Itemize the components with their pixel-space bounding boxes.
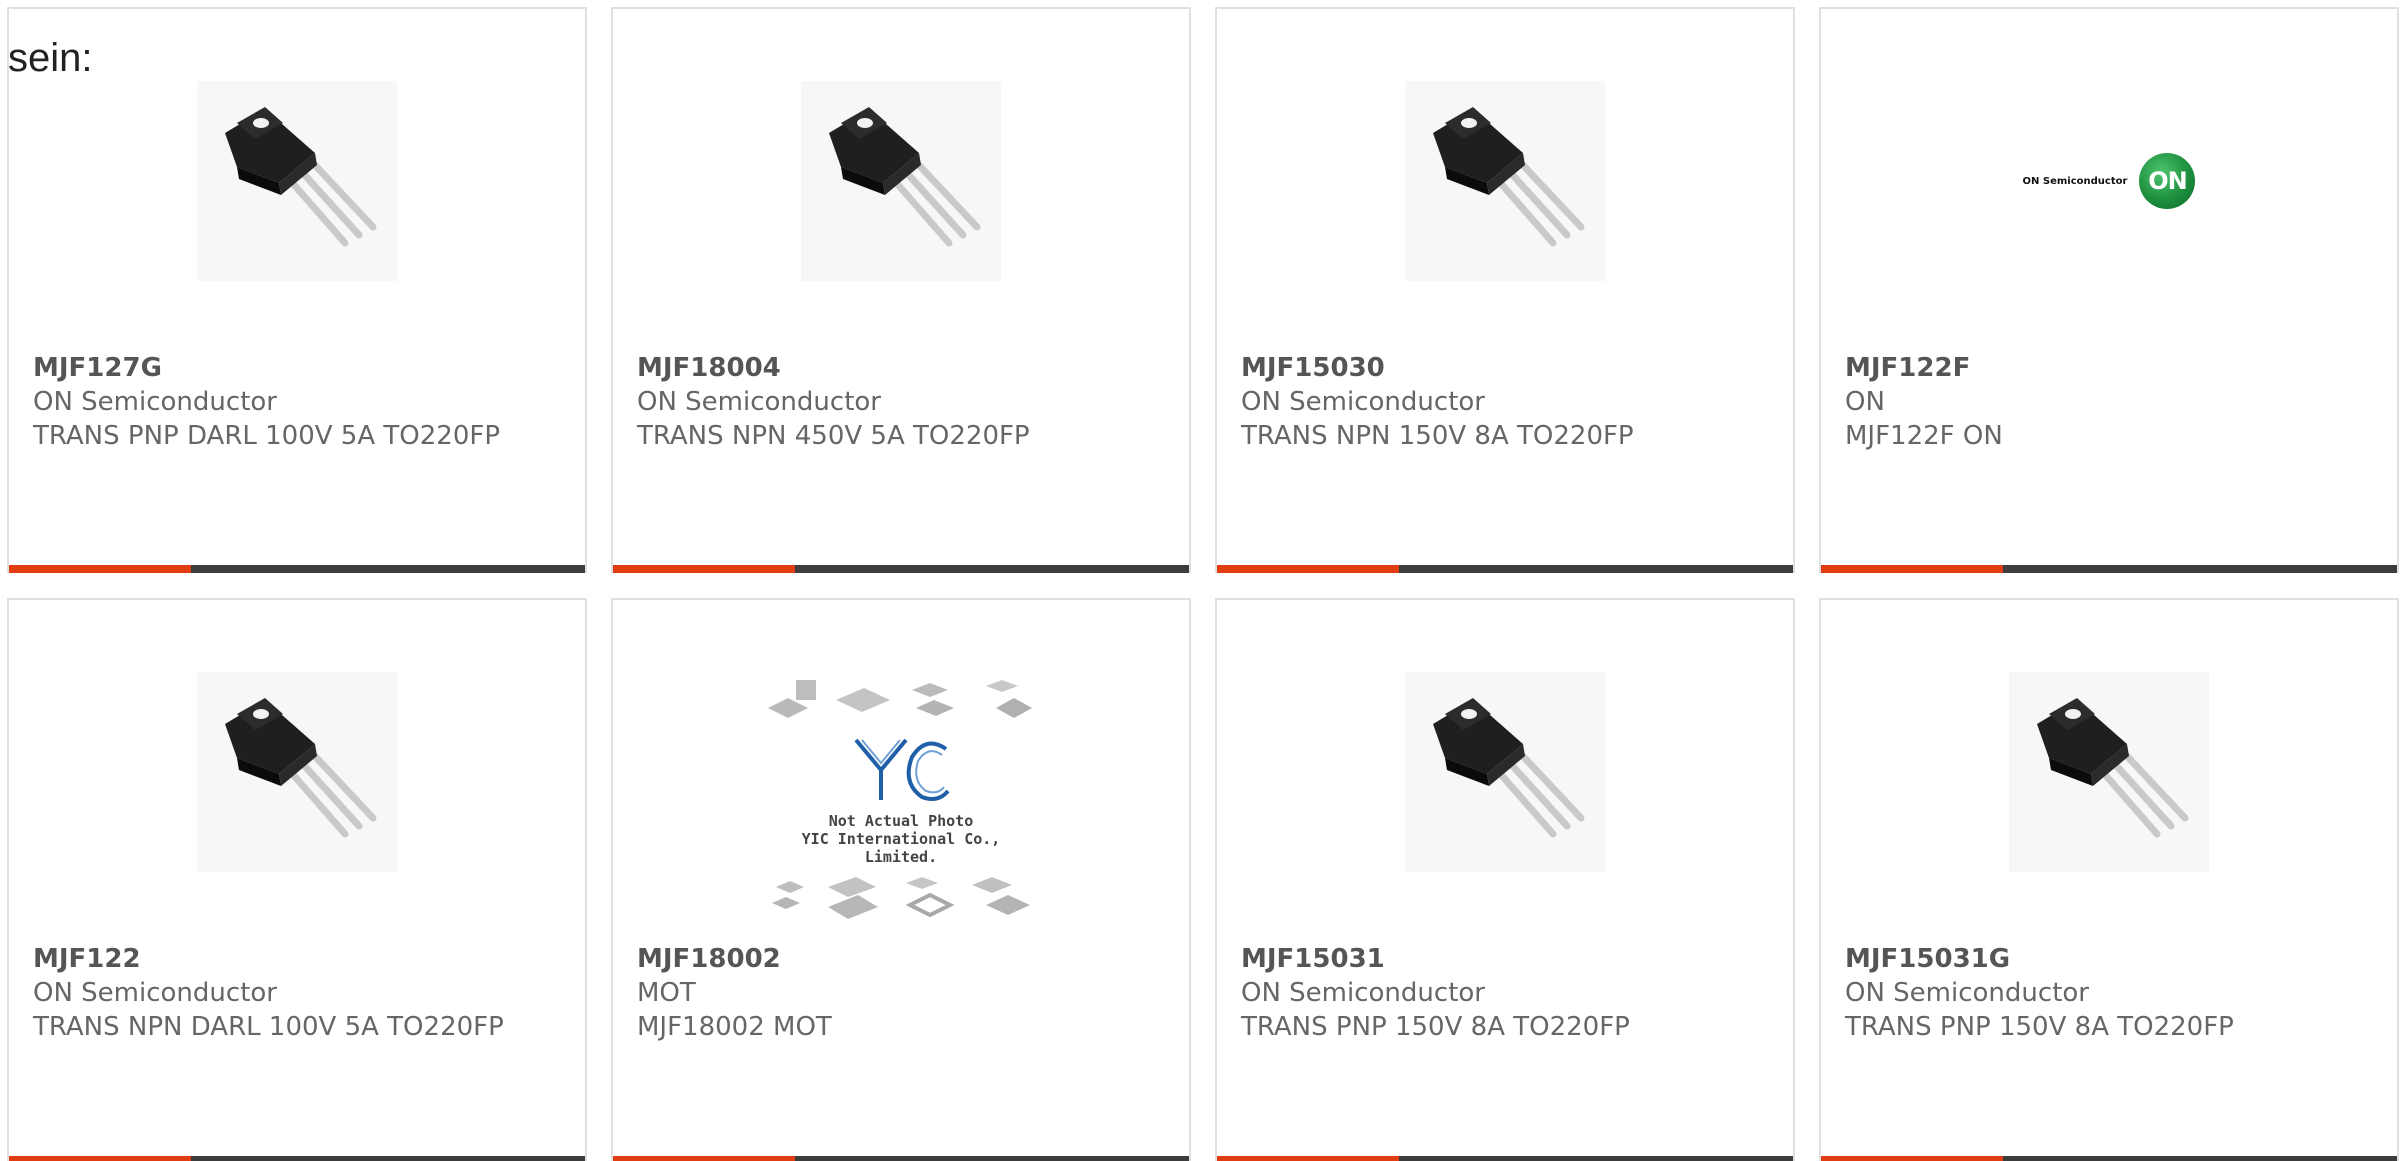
page: sein: MJF127G ON Semiconductor TRANS PNP… — [0, 0, 2400, 1161]
card-bottom-bar — [9, 565, 585, 573]
product-info: MJF18004 ON Semiconductor TRANS NPN 450V… — [637, 351, 1173, 453]
product-info: MJF18002 MOT MJF18002 MOT — [637, 942, 1173, 1044]
logo-text: ON Semiconductor — [2022, 175, 2128, 187]
product-card[interactable]: MJF15031 ON Semiconductor TRANS PNP 150V… — [1215, 598, 1795, 1161]
product-image[interactable]: ON Semiconductor ON — [1989, 81, 2229, 281]
product-card[interactable]: MJF122 ON Semiconductor TRANS NPN DARL 1… — [7, 598, 587, 1161]
on-logo-icon: ON — [2139, 153, 2196, 209]
product-description: MJF18002 MOT — [637, 1012, 832, 1042]
product-card[interactable]: Not Actual Photo YIC International Co., … — [611, 598, 1191, 1161]
product-image[interactable] — [197, 81, 397, 281]
product-part-number[interactable]: MJF122F — [1845, 351, 2381, 385]
card-bottom-bar — [1821, 565, 2397, 573]
product-card[interactable]: MJF15031G ON Semiconductor TRANS PNP 150… — [1819, 598, 2399, 1161]
card-accent-bar — [1217, 565, 1399, 573]
yic-logo-icon — [854, 738, 950, 801]
product-card[interactable]: MJF127G ON Semiconductor TRANS PNP DARL … — [7, 7, 587, 573]
product-description: TRANS NPN 450V 5A TO220FP — [637, 421, 1030, 451]
product-description: TRANS NPN DARL 100V 5A TO220FP — [33, 1012, 504, 1042]
product-manufacturer: ON Semiconductor — [1241, 387, 1485, 417]
product-info: MJF127G ON Semiconductor TRANS PNP DARL … — [33, 351, 569, 453]
product-card[interactable]: MJF18004 ON Semiconductor TRANS NPN 450V… — [611, 7, 1191, 573]
product-info: MJF122 ON Semiconductor TRANS NPN DARL 1… — [33, 942, 569, 1044]
product-description: TRANS NPN 150V 8A TO220FP — [1241, 421, 1634, 451]
transistor-icon — [225, 698, 377, 838]
product-manufacturer: ON Semiconductor — [33, 387, 277, 417]
card-bottom-bar — [9, 1156, 585, 1161]
product-manufacturer: ON — [1845, 387, 1885, 417]
product-image[interactable] — [801, 81, 1001, 281]
product-description: TRANS PNP DARL 100V 5A TO220FP — [33, 421, 501, 451]
product-image[interactable] — [2009, 672, 2209, 872]
placeholder-caption: Not Actual Photo YIC International Co., … — [766, 812, 1036, 866]
chip-packages-icon — [768, 680, 1032, 718]
card-bottom-bar — [613, 565, 1189, 573]
product-part-number[interactable]: MJF15031G — [1845, 942, 2381, 976]
yic-placeholder-image: Not Actual Photo YIC International Co., … — [766, 678, 1036, 923]
card-accent-bar — [1821, 1156, 2003, 1161]
product-part-number[interactable]: MJF15030 — [1241, 351, 1777, 385]
chip-packages-icon — [772, 877, 1030, 919]
card-accent-bar — [9, 1156, 191, 1161]
card-accent-bar — [1821, 565, 2003, 573]
product-info: MJF15031G ON Semiconductor TRANS PNP 150… — [1845, 942, 2381, 1044]
intro-text: sein: — [8, 36, 93, 80]
card-accent-bar — [9, 565, 191, 573]
product-image[interactable]: Not Actual Photo YIC International Co., … — [766, 678, 1036, 923]
product-manufacturer: ON Semiconductor — [637, 387, 881, 417]
transistor-icon — [1433, 698, 1585, 838]
placeholder-line-2: YIC International Co., Limited. — [801, 830, 1001, 866]
product-part-number[interactable]: MJF127G — [33, 351, 569, 385]
product-part-number[interactable]: MJF15031 — [1241, 942, 1777, 976]
product-info: MJF122F ON MJF122F ON — [1845, 351, 2381, 453]
product-manufacturer: MOT — [637, 978, 696, 1008]
card-bottom-bar — [1821, 1156, 2397, 1161]
product-image[interactable] — [1405, 81, 1605, 281]
product-image[interactable] — [197, 672, 397, 872]
product-manufacturer: ON Semiconductor — [1845, 978, 2089, 1008]
product-card[interactable]: MJF15030 ON Semiconductor TRANS NPN 150V… — [1215, 7, 1795, 573]
transistor-icon — [2037, 698, 2189, 838]
transistor-icon — [225, 107, 377, 247]
product-info: MJF15030 ON Semiconductor TRANS NPN 150V… — [1241, 351, 1777, 453]
product-description: MJF122F ON — [1845, 421, 2003, 451]
product-part-number[interactable]: MJF18004 — [637, 351, 1173, 385]
on-semiconductor-logo: ON Semiconductor ON — [2023, 153, 2196, 209]
product-info: MJF15031 ON Semiconductor TRANS PNP 150V… — [1241, 942, 1777, 1044]
card-accent-bar — [1217, 1156, 1399, 1161]
product-part-number[interactable]: MJF122 — [33, 942, 569, 976]
product-part-number[interactable]: MJF18002 — [637, 942, 1173, 976]
product-image[interactable] — [1405, 672, 1605, 872]
card-bottom-bar — [613, 1156, 1189, 1161]
card-accent-bar — [613, 565, 795, 573]
product-manufacturer: ON Semiconductor — [1241, 978, 1485, 1008]
product-card[interactable]: ON Semiconductor ON MJF122F ON MJF122F O… — [1819, 7, 2399, 573]
product-description: TRANS PNP 150V 8A TO220FP — [1241, 1012, 1630, 1042]
product-grid: MJF127G ON Semiconductor TRANS PNP DARL … — [7, 7, 2400, 1161]
transistor-icon — [829, 107, 981, 247]
card-bottom-bar — [1217, 565, 1793, 573]
card-accent-bar — [613, 1156, 795, 1161]
product-description: TRANS PNP 150V 8A TO220FP — [1845, 1012, 2234, 1042]
product-manufacturer: ON Semiconductor — [33, 978, 277, 1008]
card-bottom-bar — [1217, 1156, 1793, 1161]
transistor-icon — [1433, 107, 1585, 247]
placeholder-line-1: Not Actual Photo — [828, 812, 974, 830]
